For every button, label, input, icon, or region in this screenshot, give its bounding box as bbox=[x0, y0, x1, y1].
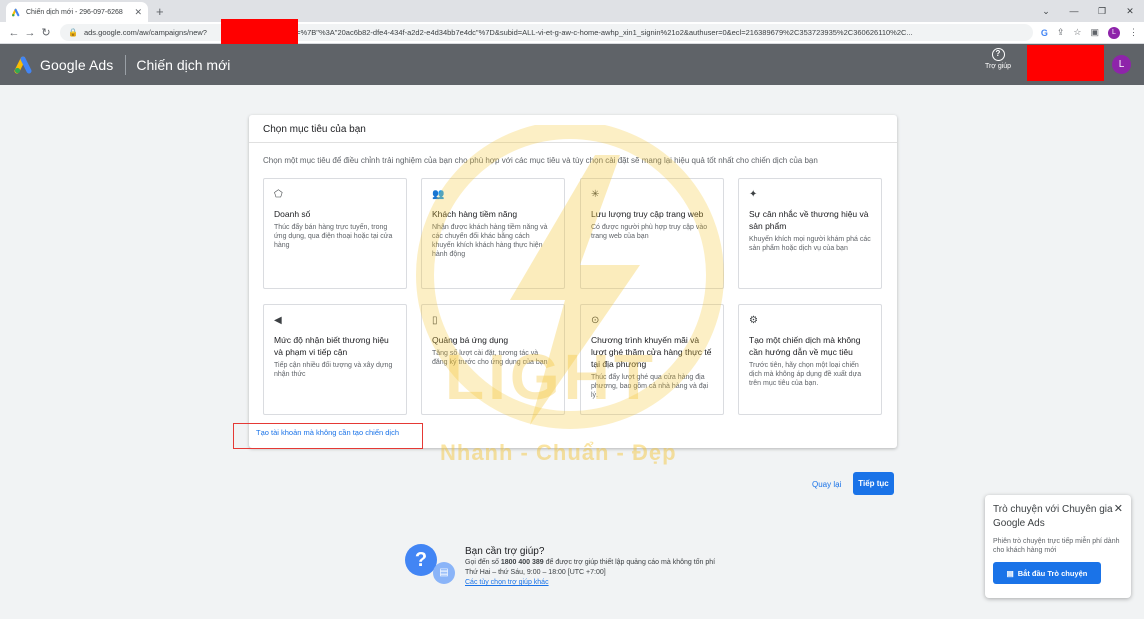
objective-title: Tạo một chiến dịch mà không cần hướng dẫ… bbox=[749, 335, 861, 357]
phone-icon: ▯ bbox=[432, 315, 438, 326]
watermark-tagline: Nhanh - Chuẩn - Đẹp bbox=[440, 440, 677, 465]
tab-close-icon[interactable]: ✕ bbox=[134, 7, 142, 18]
help-phone-line: Gọi đến số 1800 400 389 để được trợ giúp… bbox=[465, 559, 716, 566]
help-label: Trợ giúp bbox=[984, 63, 1012, 70]
help-phone-number[interactable]: 1800 400 389 bbox=[501, 559, 544, 566]
chat-popup: Trò chuyện với Chuyên gia Google Ads ✕ P… bbox=[985, 495, 1131, 598]
header-divider bbox=[125, 54, 127, 75]
highlight-box bbox=[233, 423, 423, 449]
address-bar-row: ← → ↻ 🔒 ads.google.com/aw/campaigns/new?… bbox=[0, 22, 1144, 44]
share-icon[interactable]: ⇪ bbox=[1057, 27, 1065, 38]
objective-desc: Có được người phù hợp truy cập vào trang… bbox=[591, 224, 708, 240]
redaction-block bbox=[1027, 45, 1104, 81]
cursor-click-icon: ✳ bbox=[591, 189, 600, 200]
card-title: Chọn mục tiêu của bạn bbox=[249, 115, 897, 143]
help-button[interactable]: ? Trợ giúp bbox=[981, 48, 1015, 70]
gear-icon: ⚙ bbox=[749, 315, 758, 326]
brand-name: Google Ads bbox=[40, 56, 114, 73]
help-title: Bạn cần trợ giúp? bbox=[465, 546, 545, 557]
objective-website-traffic[interactable]: ✳ Lưu lượng truy cập trang web Có được n… bbox=[580, 178, 724, 289]
bookmark-star-icon[interactable]: ☆ bbox=[1073, 27, 1081, 38]
restore-icon[interactable]: ❐ bbox=[1088, 6, 1116, 17]
tab-title: Chiến dịch mới - 296-097-6268 bbox=[26, 8, 123, 16]
megaphone-icon: ◀ bbox=[274, 315, 282, 326]
objective-consideration[interactable]: ✦ Sự cân nhắc về thương hiệu và sản phẩm… bbox=[738, 178, 882, 289]
lock-icon[interactable]: 🔒 bbox=[68, 28, 78, 37]
back-button[interactable]: Quay lại bbox=[805, 474, 848, 495]
browser-tab-bar: Chiến dịch mới - 296-097-6268 ✕ + ⌄ — ❐ … bbox=[0, 0, 1144, 22]
page-title: Chiến dịch mới bbox=[136, 56, 231, 73]
reload-icon[interactable]: ↻ bbox=[38, 26, 54, 39]
objective-title: Sự cân nhắc về thương hiệu và sản phẩm bbox=[749, 209, 869, 231]
watermark-word: LIGHT bbox=[445, 341, 657, 413]
other-help-options-link[interactable]: Các tùy chọn trợ giúp khác bbox=[465, 579, 549, 586]
new-tab-icon[interactable]: + bbox=[156, 2, 164, 22]
google-ads-logo-icon[interactable] bbox=[14, 56, 34, 74]
objective-leads[interactable]: 👥 Khách hàng tiềm năng Nhận được khách h… bbox=[421, 178, 565, 289]
url-text-start: ads.google.com/aw/campaigns/new? bbox=[83, 28, 207, 37]
url-text-rest: mpnInfo=%7B"%3A"20ac6b82-dfe4-434f-a2d2-… bbox=[268, 28, 913, 37]
chat-icon: ▤ bbox=[1006, 568, 1014, 578]
continue-button[interactable]: Tiếp tục bbox=[853, 472, 894, 495]
toolbar-icons: G ⇪ ☆ ▣ L ⋮ bbox=[1041, 26, 1138, 39]
help-circle-icon: ? bbox=[991, 48, 1005, 61]
objective-desc: Nhận được khách hàng tiềm năng và các ch… bbox=[432, 224, 548, 258]
url-input[interactable]: 🔒 ads.google.com/aw/campaigns/new? mpnIn… bbox=[60, 24, 1033, 41]
side-panel-icon[interactable]: ▣ bbox=[1090, 27, 1099, 38]
chat-bubble-icon: ▤ bbox=[433, 562, 455, 584]
google-ads-favicon-icon bbox=[11, 8, 21, 17]
objective-awareness[interactable]: ◀ Mức độ nhận biết thương hiệu và phạm v… bbox=[263, 304, 407, 415]
objective-sales[interactable]: ⬠ Doanh số Thúc đẩy bán hàng trực tuyến,… bbox=[263, 178, 407, 289]
objective-desc: Tiếp cận nhiều đối tượng và xây dựng nhậ… bbox=[274, 362, 393, 378]
window-controls: ⌄ — ❐ ✕ bbox=[1032, 0, 1144, 22]
close-window-icon[interactable]: ✕ bbox=[1116, 6, 1144, 17]
close-icon[interactable]: ✕ bbox=[1114, 502, 1123, 515]
back-arrow-icon[interactable]: ← bbox=[6, 27, 22, 39]
tab-search-icon[interactable]: ⌄ bbox=[1032, 6, 1060, 17]
start-chat-button[interactable]: ▤ Bắt đầu Trò chuyện bbox=[993, 562, 1101, 584]
objective-desc: Thúc đẩy bán hàng trực tuyến, trong ứng … bbox=[274, 224, 393, 249]
objective-desc: Trước tiên, hãy chọn một loại chiến dịch… bbox=[749, 362, 862, 387]
start-chat-label: Bắt đầu Trò chuyện bbox=[1017, 568, 1088, 578]
card-subtitle: Chọn một mục tiêu để điều chỉnh trải ngh… bbox=[263, 156, 818, 165]
google-lens-icon[interactable]: G bbox=[1041, 28, 1048, 38]
sparkle-icon: ✦ bbox=[749, 189, 758, 200]
objective-title: Doanh số bbox=[274, 209, 311, 219]
main-content: Chọn mục tiêu của bạn Chọn một mục tiêu … bbox=[0, 85, 1144, 619]
kebab-menu-icon[interactable]: ⋮ bbox=[1129, 27, 1138, 38]
minimize-icon[interactable]: — bbox=[1060, 6, 1088, 16]
objective-desc: Khuyến khích mọi người khám phá các sản … bbox=[749, 236, 871, 252]
objective-no-goal[interactable]: ⚙ Tạo một chiến dịch mà không cần hướng … bbox=[738, 304, 882, 415]
forward-arrow-icon[interactable]: → bbox=[22, 27, 38, 39]
chat-desc: Phiên trò chuyện trực tiếp miễn phí dành… bbox=[993, 538, 1120, 554]
objective-title: Khách hàng tiềm năng bbox=[432, 209, 518, 219]
ads-header: Google Ads Chiến dịch mới ? Trợ giúp L bbox=[0, 44, 1144, 85]
chat-title: Trò chuyện với Chuyên gia Google Ads bbox=[993, 504, 1113, 529]
objective-title: Mức độ nhận biết thương hiệu và phạm vi … bbox=[274, 335, 389, 357]
tag-icon: ⬠ bbox=[274, 189, 283, 200]
profile-avatar[interactable]: L bbox=[1108, 26, 1120, 39]
help-hours: Thứ Hai – thứ Sáu, 9:00 – 18:00 [UTC +7:… bbox=[465, 569, 606, 576]
location-pin-icon: ⊙ bbox=[591, 315, 600, 326]
browser-tab[interactable]: Chiến dịch mới - 296-097-6268 ✕ bbox=[6, 2, 148, 22]
account-avatar[interactable]: L bbox=[1112, 55, 1131, 74]
objective-title: Lưu lượng truy cập trang web bbox=[591, 209, 704, 219]
people-icon: 👥 bbox=[432, 189, 445, 200]
